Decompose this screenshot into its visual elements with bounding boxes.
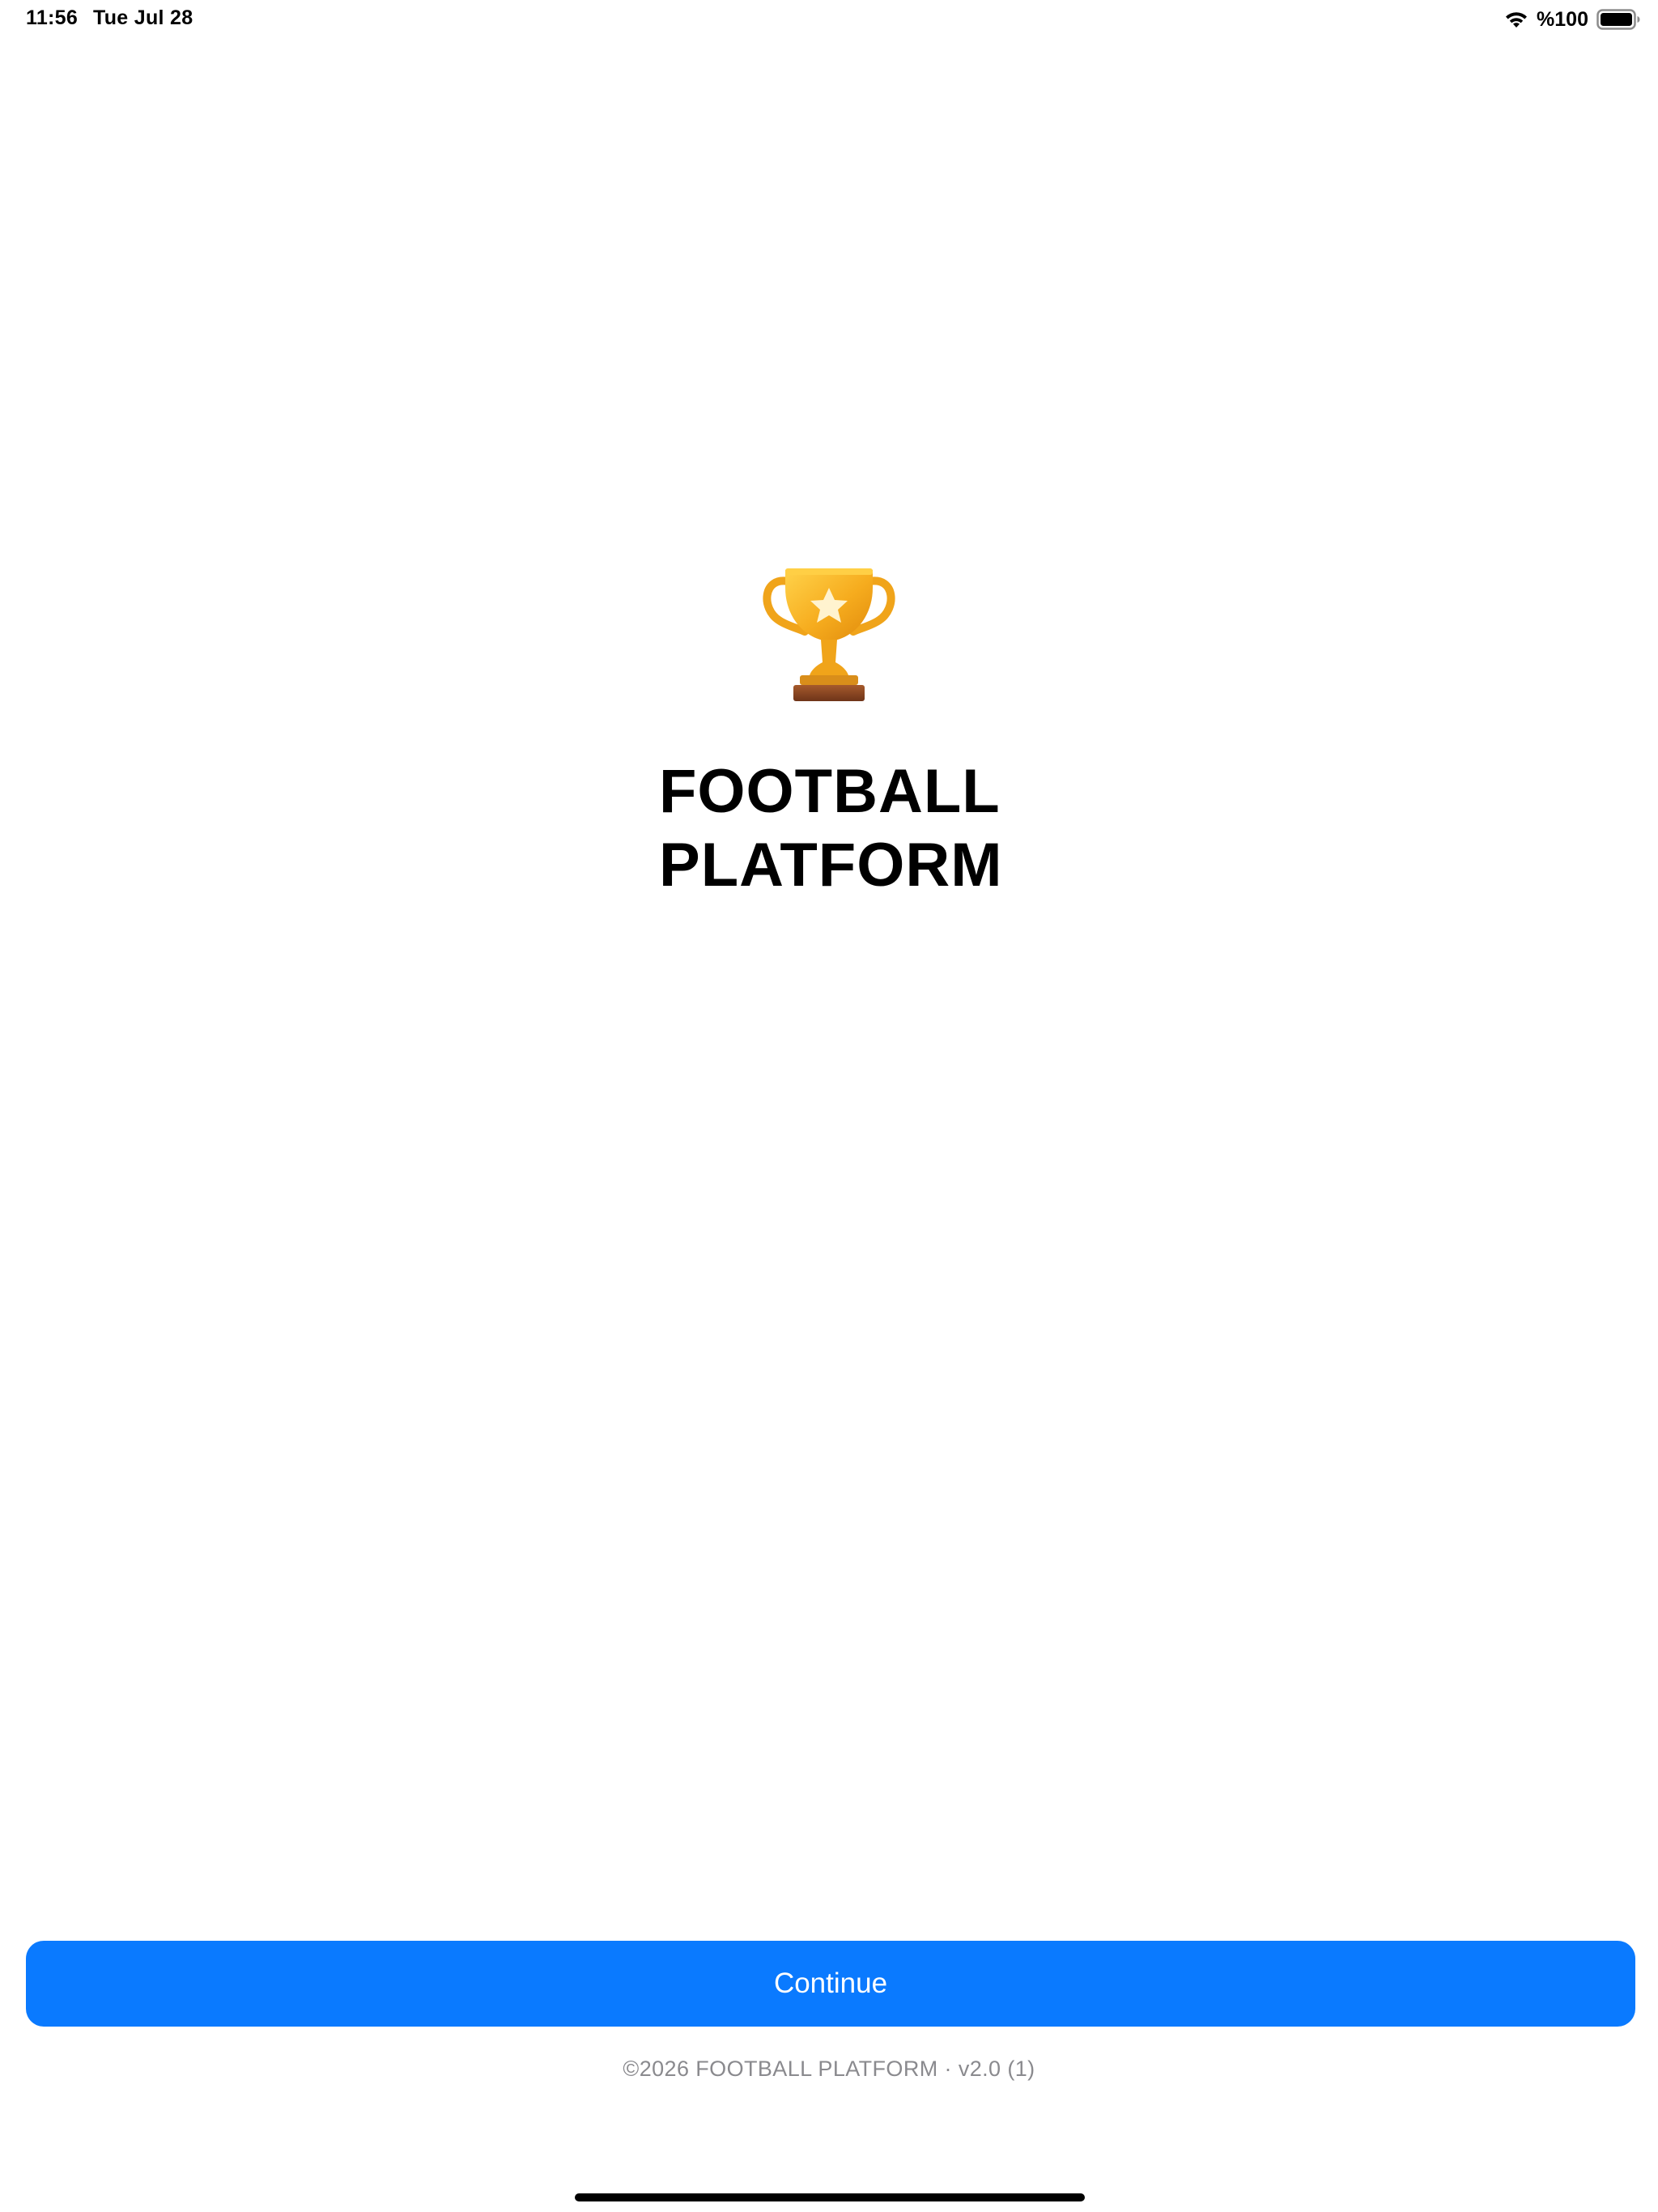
app-title: FOOTBALL PLATFORM <box>659 757 1003 900</box>
status-time: 11:56 <box>26 6 79 29</box>
wifi-icon <box>1504 11 1528 28</box>
hero: FOOTBALL PLATFORM <box>0 559 1658 902</box>
battery-percentage: %100 <box>1537 7 1588 31</box>
status-bar: 11:56 Tue Jul 28 %100 <box>0 0 1658 39</box>
footer-copyright: ©2026 FOOTBALL PLATFORM · v2.0 (1) <box>623 2057 1035 2081</box>
status-date: Tue Jul 28 <box>93 6 193 29</box>
status-indicators: %100 <box>1504 5 1640 34</box>
home-indicator[interactable] <box>575 2193 1085 2201</box>
battery-full-icon <box>1596 9 1640 30</box>
trophy-icon <box>756 559 902 704</box>
continue-button[interactable]: Continue <box>26 1941 1635 2027</box>
